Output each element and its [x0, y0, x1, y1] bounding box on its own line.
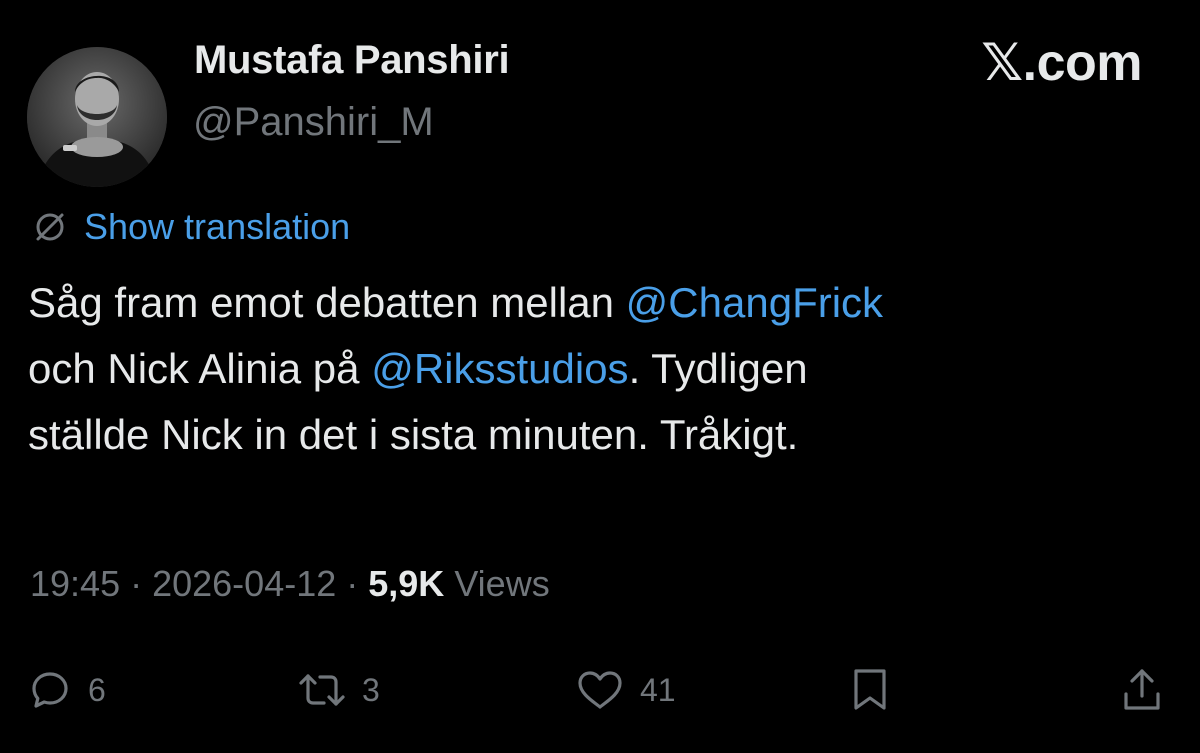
heart-icon — [578, 671, 622, 709]
show-translation-link[interactable]: Show translation — [84, 206, 350, 248]
tweet-text-segment: . Tydligen — [628, 345, 808, 392]
like-count: 41 — [640, 671, 676, 708]
repost-button[interactable]: 3 — [298, 660, 380, 720]
repost-count: 3 — [362, 671, 380, 708]
tweet-time[interactable]: 19:45 — [30, 563, 120, 604]
tweet-line: och Nick Alinia på @Riksstudios. Tydlige… — [28, 336, 1158, 402]
tweet-actions: 6 3 41 — [0, 660, 1200, 720]
bookmark-icon — [854, 669, 886, 710]
tweet-line: ställde Nick in det i sista minuten. Trå… — [28, 402, 1158, 468]
site-logo: 𝕏.com — [981, 34, 1142, 92]
reply-button[interactable]: 6 — [28, 660, 106, 720]
tweet-meta: 19:45 · 2026-04-12 · 5,9K Views — [30, 563, 550, 605]
tweet-text-segment: Såg fram emot debatten mellan — [28, 279, 626, 326]
avatar[interactable] — [27, 47, 167, 187]
mention-link[interactable]: @ChangFrick — [626, 279, 883, 326]
reply-icon — [32, 672, 68, 708]
tweet-text-segment: och Nick Alinia på — [28, 345, 372, 392]
mention-link[interactable]: @Riksstudios — [371, 345, 628, 392]
reply-count: 6 — [88, 671, 106, 708]
repost-icon — [299, 674, 345, 706]
avatar-photo — [27, 47, 167, 187]
author-display-name[interactable]: Mustafa Panshiri — [194, 38, 510, 83]
views-count: 5,9K — [368, 563, 445, 604]
bookmark-button[interactable] — [848, 660, 892, 720]
views-label: Views — [454, 563, 550, 604]
show-translation-row[interactable]: Show translation — [30, 202, 350, 252]
tweet-date[interactable]: 2026-04-12 — [152, 563, 336, 604]
globe-slash-icon — [30, 207, 70, 247]
like-button[interactable]: 41 — [576, 660, 676, 720]
share-icon — [1124, 669, 1160, 710]
author-handle[interactable]: @Panshiri_M — [193, 100, 434, 145]
meta-separator: · — [336, 563, 369, 604]
tweet-line: Såg fram emot debatten mellan @ChangFric… — [28, 270, 1158, 336]
meta-separator: · — [120, 563, 153, 604]
tweet-text-segment: ställde Nick in det i sista minuten. Trå… — [28, 411, 799, 458]
tweet-text: Såg fram emot debatten mellan @ChangFric… — [28, 270, 1158, 468]
share-button[interactable] — [1120, 660, 1164, 720]
